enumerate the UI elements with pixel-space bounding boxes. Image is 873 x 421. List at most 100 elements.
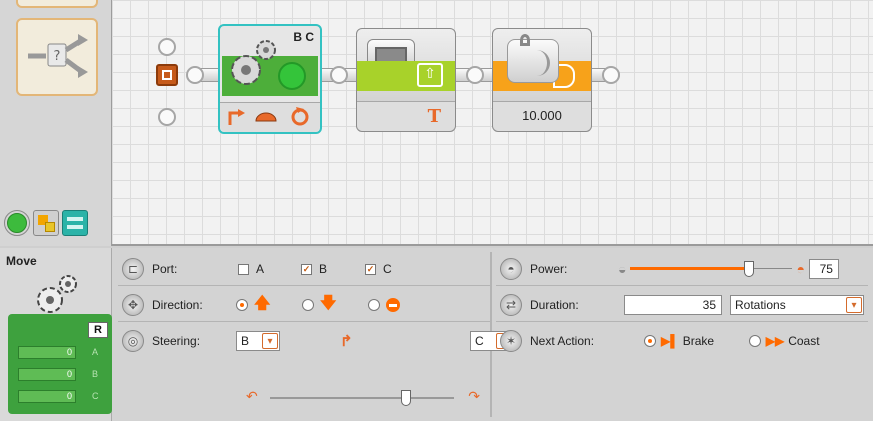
- next-action-label: Next Action:: [530, 334, 595, 348]
- duration-row: ⇄ Duration: 35 Rotations ▾: [500, 288, 864, 322]
- steering-slider-thumb[interactable]: [401, 390, 411, 406]
- port-b-label: B: [319, 262, 328, 276]
- beam-connector: [466, 66, 484, 84]
- palette-block-tile[interactable]: [16, 0, 98, 8]
- configuration-panel: Move R 0 A 0 B 0 C ⊏ Port: A ✓ B ✓ C ✥ D…: [0, 248, 873, 421]
- steering-wheel-icon: ◎: [122, 330, 144, 352]
- power-slider-fill: [630, 267, 745, 270]
- steer-right-icon: ↷: [468, 388, 480, 404]
- motor-b-label: B: [92, 369, 99, 379]
- duration-input[interactable]: 35: [624, 295, 722, 315]
- steering-slider[interactable]: ↶ ↷: [246, 388, 480, 408]
- move-block-foot: [220, 102, 320, 132]
- steering-right-port-value: C: [475, 334, 484, 348]
- custom-palette-tab[interactable]: [62, 210, 88, 236]
- motor-c-label: C: [92, 391, 99, 401]
- power-slider-thumb[interactable]: [744, 261, 755, 277]
- steering-left-port-select[interactable]: B ▾: [236, 331, 280, 351]
- port-a-label: A: [256, 262, 265, 276]
- motor-feedback-panel: R 0 A 0 B 0 C: [8, 314, 112, 414]
- display-block[interactable]: ⇧ T: [356, 28, 456, 132]
- turn-icon: ↱: [340, 333, 353, 350]
- power-label: Power:: [530, 262, 568, 276]
- port-label: Port:: [152, 262, 178, 276]
- block-palette: ?: [0, 0, 112, 246]
- green-circle-icon: [7, 213, 27, 233]
- start-connector-bottom: [158, 108, 176, 126]
- motor-a-count: 0: [18, 346, 76, 359]
- direction-row: ✥ Direction: 🡅 🡇: [122, 288, 400, 322]
- port-c-checkbox[interactable]: ✓: [365, 263, 376, 275]
- arrow-down-icon: 🡇: [320, 294, 337, 312]
- display-block-body: ⇧: [357, 61, 455, 91]
- port-c-label: C: [383, 262, 392, 276]
- duration-icon: ⇄: [500, 294, 522, 316]
- port-b-checkbox[interactable]: ✓: [301, 263, 312, 275]
- coast-radio[interactable]: [748, 335, 761, 347]
- arrow-up-icon: 🡅: [254, 294, 271, 312]
- steering-power-duration-icons: [228, 107, 309, 126]
- start-point[interactable]: [156, 64, 178, 86]
- block-ports-label: B C: [293, 30, 314, 44]
- upload-icon: ⇧: [417, 63, 443, 87]
- motor-c-count: 0: [18, 390, 76, 403]
- switch-block-tile[interactable]: ?: [16, 18, 98, 96]
- brake-icon: ▶▌: [661, 334, 679, 348]
- port-a-checkbox[interactable]: [238, 263, 249, 275]
- wait-block-foot: 10.000: [493, 101, 591, 131]
- switch-block-icon: ?: [28, 34, 88, 78]
- stop-icon: [386, 298, 400, 312]
- beam-connector: [330, 66, 348, 84]
- program-canvas[interactable]: B C ⇧ T 10.000: [112, 0, 873, 246]
- turtle-icon: ◒: [618, 261, 627, 277]
- steering-left-port-value: B: [241, 334, 250, 348]
- wait-time-block[interactable]: 10.000: [492, 28, 592, 132]
- direction-forward-radio[interactable]: [236, 299, 248, 311]
- wait-time-value: 10.000: [522, 108, 562, 123]
- next-action-icon: ✶: [500, 330, 522, 352]
- text-mode-icon: T: [427, 106, 441, 127]
- power-input[interactable]: 75: [808, 259, 839, 279]
- chevron-down-icon: ▾: [262, 333, 278, 349]
- move-block[interactable]: B C: [218, 24, 322, 134]
- coast-icon: ▶▶: [765, 334, 785, 348]
- brake-label: Brake: [682, 334, 715, 348]
- chevron-down-icon: ▾: [846, 297, 862, 313]
- power-icon: ◓: [500, 258, 522, 280]
- power-slider[interactable]: [630, 260, 793, 278]
- port-row: ⊏ Port: A ✓ B ✓ C: [122, 252, 392, 286]
- timer-icon: [507, 34, 559, 83]
- direction-icon: ✥: [122, 294, 144, 316]
- power-slider-track: [754, 268, 793, 269]
- port-icon: ⊏: [122, 258, 144, 280]
- hare-icon: ◓: [796, 261, 805, 277]
- direction-label: Direction:: [152, 298, 203, 312]
- duration-label: Duration:: [530, 298, 579, 312]
- block-summary: Move R 0 A 0 B 0 C: [0, 248, 112, 421]
- complete-palette-tab[interactable]: [33, 210, 59, 236]
- beam-end-connector: [602, 66, 620, 84]
- gears-icon: [37, 275, 77, 313]
- beam-connector: [186, 66, 204, 84]
- coast-label: Coast: [788, 334, 820, 348]
- reset-button[interactable]: R: [88, 322, 108, 338]
- motor-b-count: 0: [18, 368, 76, 381]
- gears-icon: [231, 40, 276, 85]
- svg-text:?: ?: [54, 49, 61, 64]
- block-title: Move: [6, 254, 37, 268]
- steering-row: ◎ Steering: B ▾ ↱ C ▾: [122, 324, 514, 358]
- common-palette-tab[interactable]: [4, 210, 30, 236]
- duration-unit-value: Rotations: [735, 298, 786, 312]
- display-block-foot: T: [357, 101, 455, 131]
- direction-stop-radio[interactable]: [368, 299, 380, 311]
- steering-label: Steering:: [152, 334, 201, 348]
- brake-radio[interactable]: [644, 335, 656, 347]
- palette-tabs: [4, 210, 88, 236]
- duration-unit-select[interactable]: Rotations ▾: [730, 295, 864, 315]
- next-action-row: ✶ Next Action: ▶▌ Brake ▶▶ Coast: [500, 324, 820, 358]
- direction-backward-radio[interactable]: [302, 299, 314, 311]
- steering-slider-track: [270, 397, 454, 399]
- power-row: ◓ Power: ◒ ◓ 75: [500, 252, 839, 286]
- start-connector-top: [158, 38, 176, 56]
- list-icon: [67, 217, 83, 221]
